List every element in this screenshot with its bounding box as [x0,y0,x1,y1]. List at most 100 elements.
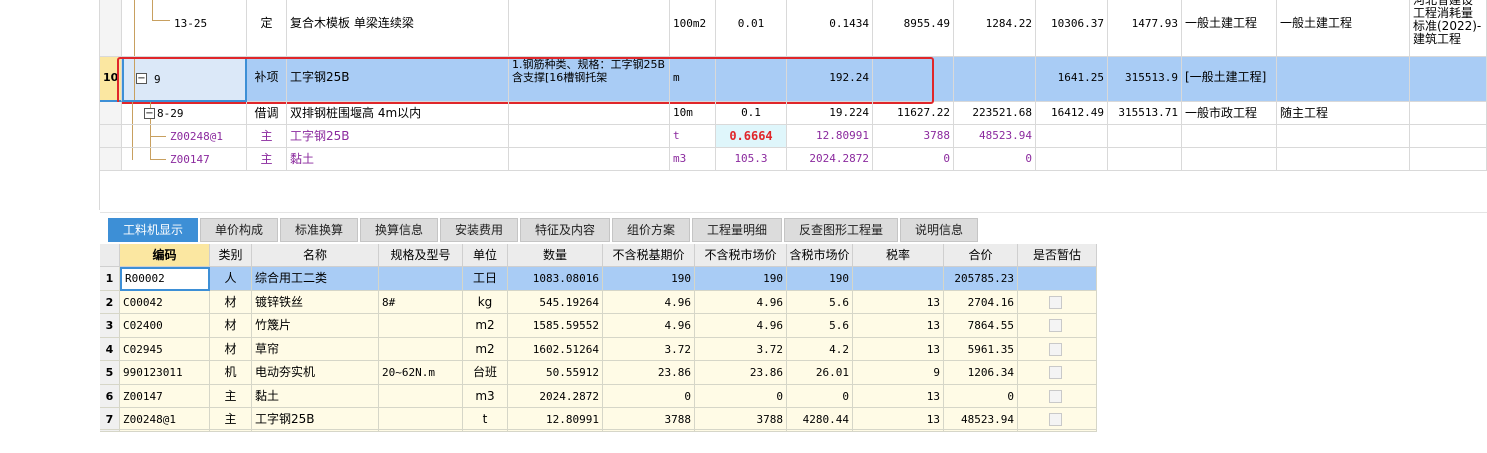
quantity-cell[interactable]: 1585.59552 [508,314,603,338]
header-quantity[interactable]: 数量 [508,244,603,267]
amount-cell[interactable]: 12.80991 [787,125,873,148]
code-cell[interactable]: Z00147 [120,384,210,408]
tab-reverse-graphic-quantity[interactable]: 反查图形工程量 [784,218,898,242]
category-cell[interactable]: 材 [210,290,252,314]
tax-market-price-cell[interactable]: 5.6 [787,314,853,338]
tab-unit-price-composition[interactable]: 单价构成 [200,218,278,242]
base-price-cell[interactable]: 4.96 [603,314,695,338]
code-cell[interactable]: C02945 [120,337,210,361]
tax-market-price-cell[interactable]: 4280.44 [787,408,853,432]
feature-cell[interactable]: 1.钢筋种类、规格：工字钢25B 含支撑[16槽钢托架 [509,57,670,102]
category-cell[interactable]: 材 [210,314,252,338]
price-cell[interactable] [873,57,954,102]
qty-cell[interactable]: 0.1 [716,102,787,125]
name-cell[interactable]: 工字钢25B [252,408,379,432]
spec-cell[interactable] [379,408,463,432]
quantity-cell[interactable]: 1083.08016 [508,267,603,291]
qty-cell[interactable]: 105.3 [716,148,787,171]
profession2-cell[interactable] [1277,148,1410,171]
category-cell[interactable]: 人 [210,267,252,291]
provisional-cell[interactable] [1018,408,1097,432]
table-row[interactable]: 5 990123011 机电动夯实机 20~62N.m 台班 50.55912 23.86 2… [100,361,1097,385]
spec-cell[interactable] [379,384,463,408]
total-cell[interactable]: 48523.94 [954,125,1036,148]
spec-cell[interactable] [379,267,463,291]
standard-cell[interactable] [1410,57,1487,102]
name-cell[interactable]: 电动夯实机 [252,361,379,385]
provisional-checkbox[interactable] [1049,295,1062,309]
tax-market-price-cell[interactable]: 5.6 [787,290,853,314]
code-cell[interactable]: C00042 [120,290,210,314]
base-price-cell[interactable]: 0 [603,384,695,408]
total-cell[interactable]: 1206.34 [944,361,1018,385]
unit-cell[interactable]: 台班 [463,361,508,385]
market-price-cell[interactable]: 0 [695,384,787,408]
name-cell[interactable]: 黏土 [252,384,379,408]
col-cell[interactable] [1036,125,1108,148]
profession-cell[interactable]: 一般土建工程 [1182,0,1277,57]
unit-cell[interactable]: m2 [463,314,508,338]
market-price-cell[interactable]: 3.72 [695,337,787,361]
category-cell[interactable]: 主 [210,384,252,408]
category-cell[interactable]: 主 [210,408,252,432]
table-row[interactable]: 3 C02400 材竹篾片 m2 1585.59552 4.96 4.96 5.6 13 7864… [100,314,1097,338]
col-cell[interactable] [1108,148,1182,171]
unit-cell[interactable]: t [463,408,508,432]
name-cell[interactable]: 竹篾片 [252,314,379,338]
col-cell[interactable] [1036,148,1108,171]
header-code[interactable]: 编码 [120,244,210,267]
price-cell[interactable]: 3788 [873,125,954,148]
table-row-selected[interactable]: 10 − 9 补项 工字钢25B 1.钢筋种类、规格：工字钢25B 含支撑[16… [0,57,1487,102]
standard-cell[interactable] [1410,125,1487,148]
tab-installation-fee[interactable]: 安装费用 [440,218,518,242]
header-name[interactable]: 名称 [252,244,379,267]
header-total[interactable]: 合价 [944,244,1018,267]
unit-cell[interactable]: kg [463,290,508,314]
col-cell[interactable]: 315513.9 [1108,57,1182,102]
feature-cell[interactable] [509,148,670,171]
code-cell[interactable]: − 8-29 [122,102,247,125]
col-cell[interactable]: 16412.49 [1036,102,1108,125]
feature-cell[interactable] [509,125,670,148]
category-cell[interactable]: 机 [210,361,252,385]
tax-market-price-cell[interactable]: 190 [787,267,853,291]
table-row[interactable]: Z00147 主 黏土 m3 105.3 2024.2872 0 0 [0,148,1487,171]
base-price-cell[interactable]: 23.86 [603,361,695,385]
quantity-cell[interactable]: 545.19264 [508,290,603,314]
tab-labor-material-machine[interactable]: 工料机显示 [108,218,198,242]
name-cell[interactable]: 工字钢25B [287,125,509,148]
total-cell[interactable]: 205785.23 [944,267,1018,291]
unit-cell[interactable]: 工日 [463,267,508,291]
profession2-cell[interactable]: 一般土建工程 [1277,0,1410,57]
quantity-cell[interactable]: 50.55912 [508,361,603,385]
code-cell[interactable]: 13-25 [122,0,247,57]
provisional-checkbox[interactable] [1049,342,1062,356]
code-cell[interactable]: 990123011 [120,361,210,385]
table-row[interactable]: 4 C02945 材草帘 m2 1602.51264 3.72 3.72 4.2 13 5961.… [100,337,1097,361]
unit-cell[interactable]: 100m2 [670,0,716,57]
type-cell[interactable]: 主 [247,148,287,171]
provisional-cell[interactable] [1018,384,1097,408]
profession-cell[interactable]: [一般土建工程] [1182,57,1277,102]
table-row-selected[interactable]: 1 R00002 人综合用工二类 工日 1083.08016 190 190 190 20578… [100,267,1097,291]
market-price-cell[interactable]: 4.96 [695,314,787,338]
tax-rate-cell[interactable] [853,267,944,291]
col-cell[interactable]: 10306.37 [1036,0,1108,57]
spec-cell[interactable] [379,314,463,338]
tax-rate-cell[interactable]: 13 [853,384,944,408]
tab-pricing-scheme[interactable]: 组价方案 [612,218,690,242]
col-cell[interactable]: 315513.71 [1108,102,1182,125]
profession2-cell[interactable] [1277,57,1410,102]
type-cell[interactable]: 定 [247,0,287,57]
feature-cell[interactable] [509,0,670,57]
name-cell[interactable]: 工字钢25B [287,57,509,102]
price-cell[interactable]: 0 [873,148,954,171]
quantity-cell[interactable]: 1602.51264 [508,337,603,361]
amount-cell[interactable]: 192.24 [787,57,873,102]
table-row[interactable]: 2 C00042 材镀锌铁丝 8# kg 545.19264 4.96 4.96 5.6 13 27… [100,290,1097,314]
quantity-cell[interactable]: 2024.2872 [508,384,603,408]
total-cell[interactable]: 7864.55 [944,314,1018,338]
profession2-cell[interactable] [1277,125,1410,148]
header-base-price[interactable]: 不含税基期价 [603,244,695,267]
header-category[interactable]: 类别 [210,244,252,267]
